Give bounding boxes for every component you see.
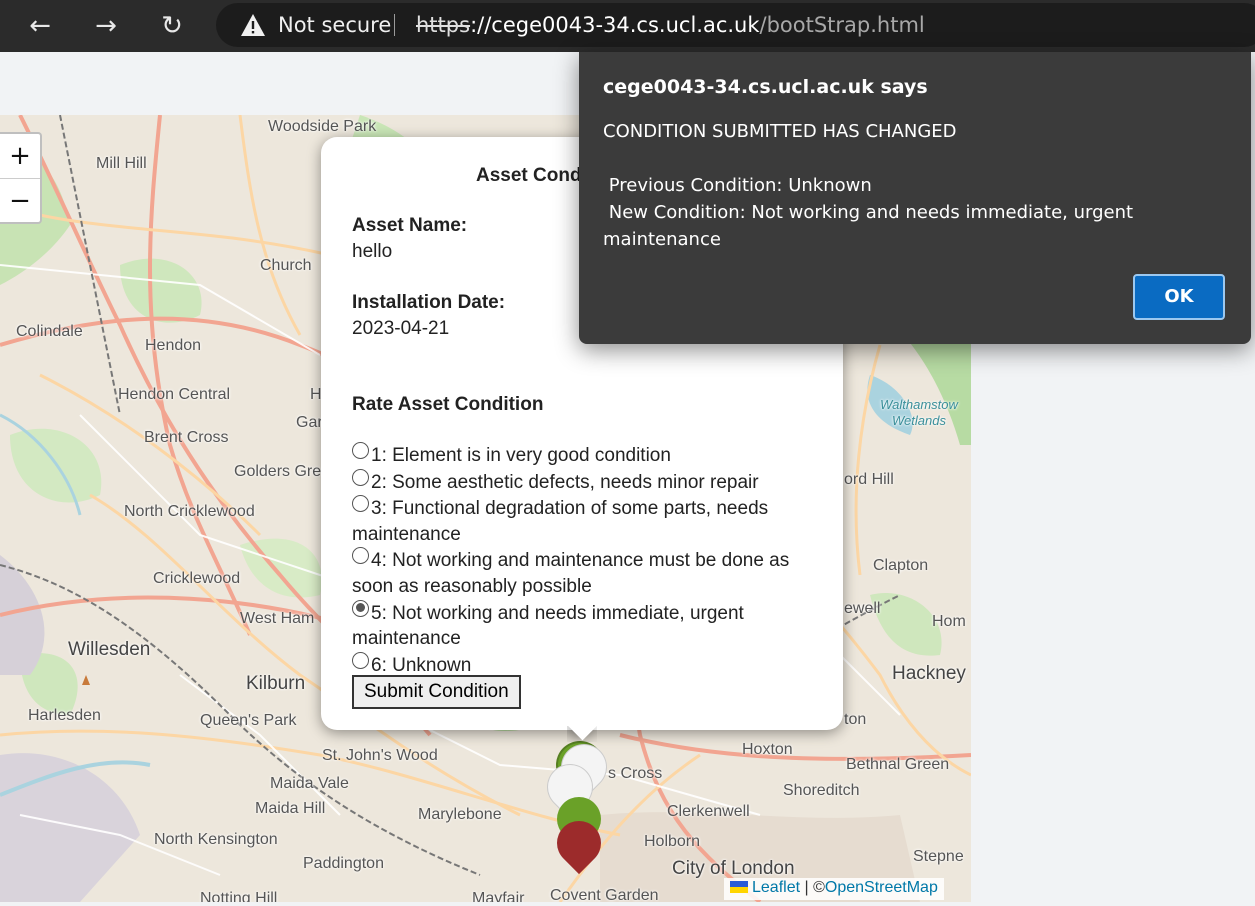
condition-radio-6[interactable] — [352, 651, 369, 669]
condition-option-label: 5: Not working and needs immediate, urge… — [352, 602, 744, 650]
map-label-hendon: Hendon — [145, 337, 202, 354]
installation-date-label: Installation Date: — [352, 292, 506, 313]
map-label-west-ham: West Ham — [240, 610, 315, 627]
condition-option-1[interactable]: 1: Element is in very good condition — [352, 442, 822, 469]
warning-icon[interactable] — [240, 13, 266, 37]
browser-toolbar: ← → ↻ Not secure https://cege0043-34.cs.… — [0, 0, 1255, 52]
map-label-h: H — [310, 386, 322, 403]
map-label-church: Church — [260, 257, 312, 274]
condition-option-4[interactable]: 4: Not working and maintenance must be d… — [352, 547, 822, 599]
map-label-walthamstow-wetlands: Walthamstow Wetlands — [880, 397, 958, 428]
leaflet-link[interactable]: Leaflet — [752, 879, 800, 896]
popup-title: Asset Cond — [476, 165, 582, 186]
zoom-out-button[interactable]: − — [0, 179, 40, 224]
map-label-hoxton: Hoxton — [742, 741, 793, 758]
address-divider — [394, 14, 395, 36]
map-attribution: Leaflet | ©OpenStreetMap — [724, 878, 944, 900]
map-label-colindale: Colindale — [16, 323, 83, 340]
map-label-maida-hill: Maida Hill — [255, 800, 326, 817]
asset-name-value: hello — [352, 241, 393, 262]
condition-option-3[interactable]: 3: Functional degradation of some parts,… — [352, 495, 822, 547]
url-protocol: https — [416, 13, 471, 37]
condition-radio-4[interactable] — [352, 547, 369, 565]
map-label-north-kensington: North Kensington — [154, 831, 278, 848]
condition-radio-2[interactable] — [352, 468, 369, 486]
map-label-clerkenwell: Clerkenwell — [667, 803, 750, 820]
map-label-kilburn: Kilburn — [246, 673, 306, 694]
map-label-clapton: Clapton — [873, 557, 929, 574]
condition-option-5[interactable]: 5: Not working and needs immediate, urge… — [352, 599, 822, 652]
ukraine-flag-icon — [730, 881, 748, 893]
map-label-shoreditch: Shoreditch — [783, 782, 860, 799]
map-label-north-cricklewood: North Cricklewood — [124, 503, 255, 520]
map-label-mayfair: Mayfair — [472, 890, 525, 902]
map-label-hackney: Hackney — [892, 663, 966, 684]
back-arrow-icon[interactable]: ← — [22, 8, 58, 44]
condition-option-label: 1: Element is in very good condition — [371, 445, 671, 466]
map-label-stoke-newington: ewell — [844, 600, 881, 617]
map-label-bethnal-green: Bethnal Green — [846, 756, 950, 773]
popup-tip — [567, 726, 597, 742]
map-label-paddington: Paddington — [303, 855, 384, 872]
map-label-stepney: Stepne — [913, 848, 964, 865]
map-label-marylebone: Marylebone — [418, 806, 502, 823]
security-status[interactable]: Not secure — [278, 13, 391, 37]
url-text[interactable]: https://cege0043-34.cs.ucl.ac.uk/bootStr… — [416, 13, 925, 37]
map-label-ford-hill: ord Hill — [844, 471, 894, 488]
asset-name-label: Asset Name: — [352, 215, 468, 236]
map-label-gar: Gar — [296, 414, 323, 431]
condition-option-label: 2: Some aesthetic defects, needs minor r… — [371, 471, 759, 493]
condition-radio-3[interactable] — [352, 495, 369, 513]
map-label-brent-cross: Brent Cross — [144, 429, 229, 446]
condition-option-2[interactable]: 2: Some aesthetic defects, needs minor r… — [352, 468, 822, 496]
attribution-separator: | © — [800, 879, 825, 896]
zoom-control: + − — [0, 132, 42, 224]
alert-dialog: cege0043-34.cs.ucl.ac.uk says CONDITION … — [579, 52, 1251, 344]
map-label-mill-hill: Mill Hill — [96, 155, 147, 172]
condition-options: 1: Element is in very good condition 2: … — [352, 442, 822, 678]
map-label-st-johns-wood: St. John's Wood — [322, 747, 438, 764]
map-label-kings-cross: s Cross — [608, 765, 663, 782]
map-label-golders-green: Golders Gre — [234, 463, 322, 480]
map-label-covent-garden: Covent Garden — [550, 887, 659, 902]
map-label-queens-park: Queen's Park — [200, 712, 297, 729]
map-label-holborn: Holborn — [644, 833, 701, 850]
map-label-hendon-central: Hendon Central — [118, 386, 231, 403]
map-label-homerton: Hom — [932, 613, 966, 630]
openstreetmap-link[interactable]: OpenStreetMap — [825, 879, 938, 896]
forward-arrow-icon[interactable]: → — [88, 8, 124, 44]
address-bar[interactable]: Not secure https://cege0043-34.cs.ucl.ac… — [216, 3, 1255, 47]
condition-radio-5[interactable] — [352, 599, 369, 617]
condition-option-label: 6: Unknown — [371, 654, 472, 676]
map-label-ston: ton — [844, 711, 867, 728]
condition-option-label: 3: Functional degradation of some parts,… — [352, 498, 769, 545]
map-label-city-of-london: City of London — [672, 858, 795, 879]
dialog-title: cege0043-34.cs.ucl.ac.uk says — [603, 76, 928, 98]
map-label-woodside-park: Woodside Park — [268, 118, 377, 135]
map-label-willesden: Willesden — [68, 639, 151, 660]
ok-button[interactable]: OK — [1133, 274, 1225, 320]
map-label-notting-hill: Notting Hill — [200, 890, 278, 902]
dialog-message: CONDITION SUBMITTED HAS CHANGED Previous… — [603, 121, 1134, 250]
zoom-in-button[interactable]: + — [0, 134, 40, 179]
url-host: ://cege0043-34.cs.ucl.ac.uk — [470, 13, 760, 37]
map-label-cricklewood: Cricklewood — [153, 570, 241, 587]
url-path: /bootStrap.html — [759, 13, 925, 37]
submit-condition-button[interactable]: Submit Condition — [352, 675, 521, 709]
reload-icon[interactable]: ↻ — [154, 8, 190, 44]
installation-date-value: 2023-04-21 — [352, 318, 450, 339]
map-label-harlesden: Harlesden — [28, 707, 101, 724]
map-label-maida-vale: Maida Vale — [270, 775, 349, 792]
condition-radio-1[interactable] — [352, 442, 369, 459]
condition-option-label: 4: Not working and maintenance must be d… — [352, 550, 790, 597]
rate-condition-heading: Rate Asset Condition — [352, 394, 544, 415]
